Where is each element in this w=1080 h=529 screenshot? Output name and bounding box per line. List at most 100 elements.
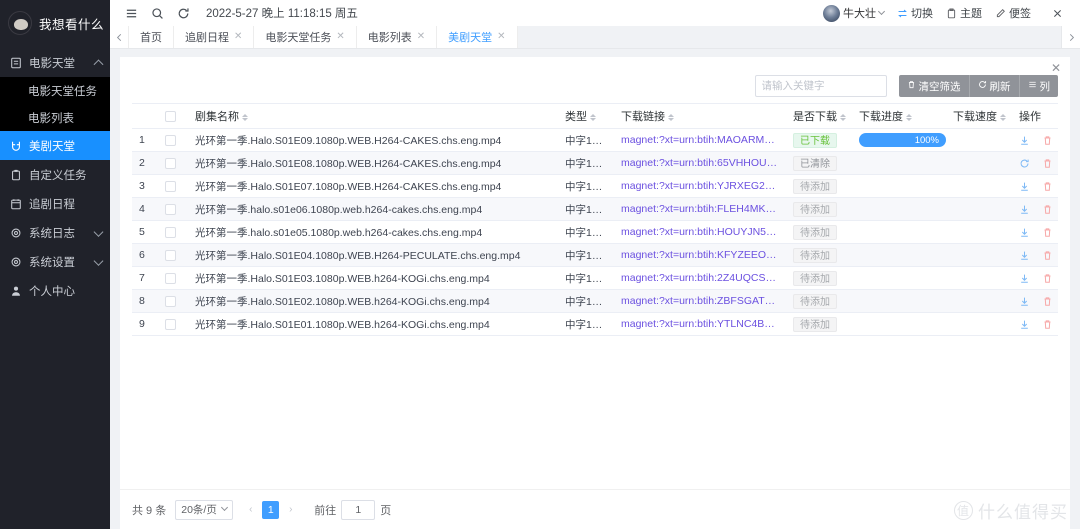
sort-icon[interactable] xyxy=(242,113,248,121)
download-icon[interactable] xyxy=(1019,181,1030,192)
tab-schedule[interactable]: 追剧日程 ✕ xyxy=(174,26,255,48)
columns-button[interactable]: 列 xyxy=(1019,75,1058,97)
row-checkbox[interactable] xyxy=(165,203,176,215)
select-all-checkbox[interactable] xyxy=(165,110,176,122)
prev-page-button[interactable]: ‹ xyxy=(242,501,259,519)
row-magnet-link[interactable]: magnet:?xt=urn:btih:MAOARM7J4BJLPKIRAHRQ… xyxy=(614,128,786,152)
restore-icon[interactable] xyxy=(1019,158,1030,169)
download-icon[interactable] xyxy=(1019,135,1030,146)
table-row[interactable]: 8 光环第一季.Halo.S01E02.1080p.WEB.h264-KOGi.c… xyxy=(132,289,1058,313)
sort-icon[interactable] xyxy=(1000,113,1006,121)
row-checkbox[interactable] xyxy=(165,249,176,261)
table-row[interactable]: 6 光环第一季.Halo.S01E04.1080p.WEB.H264-PECULA… xyxy=(132,243,1058,267)
delete-icon[interactable] xyxy=(1042,227,1053,238)
download-icon[interactable] xyxy=(1019,227,1030,238)
table-row[interactable]: 5 光环第一季.halo.s01e05.1080p.web.h264-cakes.… xyxy=(132,220,1058,244)
row-checkbox[interactable] xyxy=(165,272,176,284)
table-row[interactable]: 3 光环第一季.Halo.S01E07.1080p.WEB.H264-CAKES.… xyxy=(132,174,1058,198)
tabs-scroll-left-icon[interactable] xyxy=(110,26,129,48)
col-progress[interactable]: 下载进度 xyxy=(852,103,946,129)
tab-us-drama-heaven[interactable]: 美剧天堂 ✕ xyxy=(437,26,518,48)
card-close-icon[interactable]: ✕ xyxy=(1051,62,1061,74)
search-box[interactable] xyxy=(754,75,887,97)
tab-movie-list[interactable]: 电影列表 ✕ xyxy=(356,26,438,48)
close-icon[interactable]: ✕ xyxy=(336,32,344,42)
row-select[interactable] xyxy=(158,312,188,336)
row-select[interactable] xyxy=(158,128,188,152)
jump-input[interactable] xyxy=(341,499,376,520)
table-row[interactable]: 7 光环第一季.Halo.S01E03.1080p.WEB.h264-KOGi.c… xyxy=(132,266,1058,290)
download-icon[interactable] xyxy=(1019,319,1030,330)
row-checkbox[interactable] xyxy=(165,295,176,307)
table-row[interactable]: 1 光环第一季.Halo.S01E09.1080p.WEB.H264-CAKES.… xyxy=(132,128,1058,152)
search-icon[interactable] xyxy=(144,0,170,26)
search-input[interactable] xyxy=(755,76,886,96)
row-magnet-link[interactable]: magnet:?xt=urn:btih:ZBFSGAT5O564VN3ZGIBE… xyxy=(614,289,786,313)
row-checkbox[interactable] xyxy=(165,318,176,330)
sort-icon[interactable] xyxy=(668,113,674,121)
row-magnet-link[interactable]: magnet:?xt=urn:btih:2Z4UQCS7MU4L6HE7PUAS… xyxy=(614,266,786,290)
row-magnet-link[interactable]: magnet:?xt=urn:btih:YTLNC4BZHOWR2FYTE3D.… xyxy=(614,312,786,336)
menu-collapse-icon[interactable] xyxy=(118,0,144,26)
close-icon[interactable]: ✕ xyxy=(234,32,242,42)
delete-icon[interactable] xyxy=(1042,158,1053,169)
clear-filter-button[interactable]: 清空筛选 xyxy=(898,75,970,97)
sidebar-item-us-drama-heaven[interactable]: 美剧天堂 xyxy=(0,131,110,160)
table-row[interactable]: 2 光环第一季.Halo.S01E08.1080p.WEB.H264-CAKES.… xyxy=(132,151,1058,175)
row-select[interactable] xyxy=(158,174,188,198)
page-size-select[interactable]: 20条/页 xyxy=(175,499,234,520)
col-name[interactable]: 剧集名称 xyxy=(188,103,558,129)
row-select[interactable] xyxy=(158,243,188,267)
delete-icon[interactable] xyxy=(1042,135,1053,146)
sort-icon[interactable] xyxy=(590,113,596,121)
refresh-icon[interactable] xyxy=(170,0,196,26)
delete-icon[interactable] xyxy=(1042,319,1053,330)
sidebar-item-system-log[interactable]: 系统日志 xyxy=(0,218,110,247)
row-magnet-link[interactable]: magnet:?xt=urn:btih:YJRXEG2EV3V7PHXXJCD5… xyxy=(614,174,786,198)
sidebar-item-custom-task[interactable]: 自定义任务 xyxy=(0,160,110,189)
sidebar-item-schedule[interactable]: 追剧日程 xyxy=(0,189,110,218)
sidebar-item-system-settings[interactable]: 系统设置 xyxy=(0,247,110,276)
sidebar-item-movie-heaven-tasks[interactable]: 电影天堂任务 xyxy=(0,77,110,104)
delete-icon[interactable] xyxy=(1042,181,1053,192)
row-magnet-link[interactable]: magnet:?xt=urn:btih:FLEH4MKPNLSWXLCKMCN.… xyxy=(614,197,786,221)
col-downloaded[interactable]: 是否下载 xyxy=(786,103,852,129)
delete-icon[interactable] xyxy=(1042,296,1053,307)
sidebar-item-movie-list[interactable]: 电影列表 xyxy=(0,104,110,131)
sort-icon[interactable] xyxy=(906,113,912,121)
row-magnet-link[interactable]: magnet:?xt=urn:btih:65VHHOUCMQOKI6YAQ332… xyxy=(614,151,786,175)
tabs-scroll-right-icon[interactable] xyxy=(1061,26,1080,48)
sort-icon[interactable] xyxy=(840,113,846,121)
download-icon[interactable] xyxy=(1019,204,1030,215)
row-select[interactable] xyxy=(158,197,188,221)
next-page-button[interactable]: › xyxy=(282,501,299,519)
tab-home[interactable]: 首页 xyxy=(129,26,174,48)
row-checkbox[interactable] xyxy=(165,134,176,146)
delete-icon[interactable] xyxy=(1042,273,1053,284)
col-link[interactable]: 下载链接 xyxy=(614,103,786,129)
row-checkbox[interactable] xyxy=(165,226,176,238)
col-type[interactable]: 类型 xyxy=(558,103,614,129)
switch-button[interactable]: 切换 xyxy=(897,5,933,21)
download-icon[interactable] xyxy=(1019,250,1030,261)
col-speed[interactable]: 下载速度 xyxy=(946,103,1012,129)
sidebar-item-movie-heaven[interactable]: 电影天堂 xyxy=(0,48,110,77)
delete-icon[interactable] xyxy=(1042,250,1053,261)
tab-movie-heaven-tasks[interactable]: 电影天堂任务 ✕ xyxy=(254,26,357,48)
row-select[interactable] xyxy=(158,289,188,313)
table-row[interactable]: 4 光环第一季.halo.s01e06.1080p.web.h264-cakes.… xyxy=(132,197,1058,221)
row-select[interactable] xyxy=(158,151,188,175)
user-menu[interactable]: 牛大壮 xyxy=(823,4,886,22)
row-magnet-link[interactable]: magnet:?xt=urn:btih:KFYZEEOGRJU6LUOGGOD.… xyxy=(614,243,786,267)
page-number-1[interactable]: 1 xyxy=(262,500,280,519)
refresh-button[interactable]: 刷新 xyxy=(969,75,1020,97)
row-checkbox[interactable] xyxy=(165,157,176,169)
row-magnet-link[interactable]: magnet:?xt=urn:btih:HOUYJN5GIHMDWHQCSF..… xyxy=(614,220,786,244)
close-window-icon[interactable] xyxy=(1044,0,1070,26)
delete-icon[interactable] xyxy=(1042,204,1053,215)
table-row[interactable]: 9 光环第一季.Halo.S01E01.1080p.WEB.h264-KOGi.c… xyxy=(132,312,1058,336)
download-icon[interactable] xyxy=(1019,273,1030,284)
row-select[interactable] xyxy=(158,266,188,290)
close-icon[interactable]: ✕ xyxy=(497,32,505,42)
close-icon[interactable]: ✕ xyxy=(417,32,425,42)
